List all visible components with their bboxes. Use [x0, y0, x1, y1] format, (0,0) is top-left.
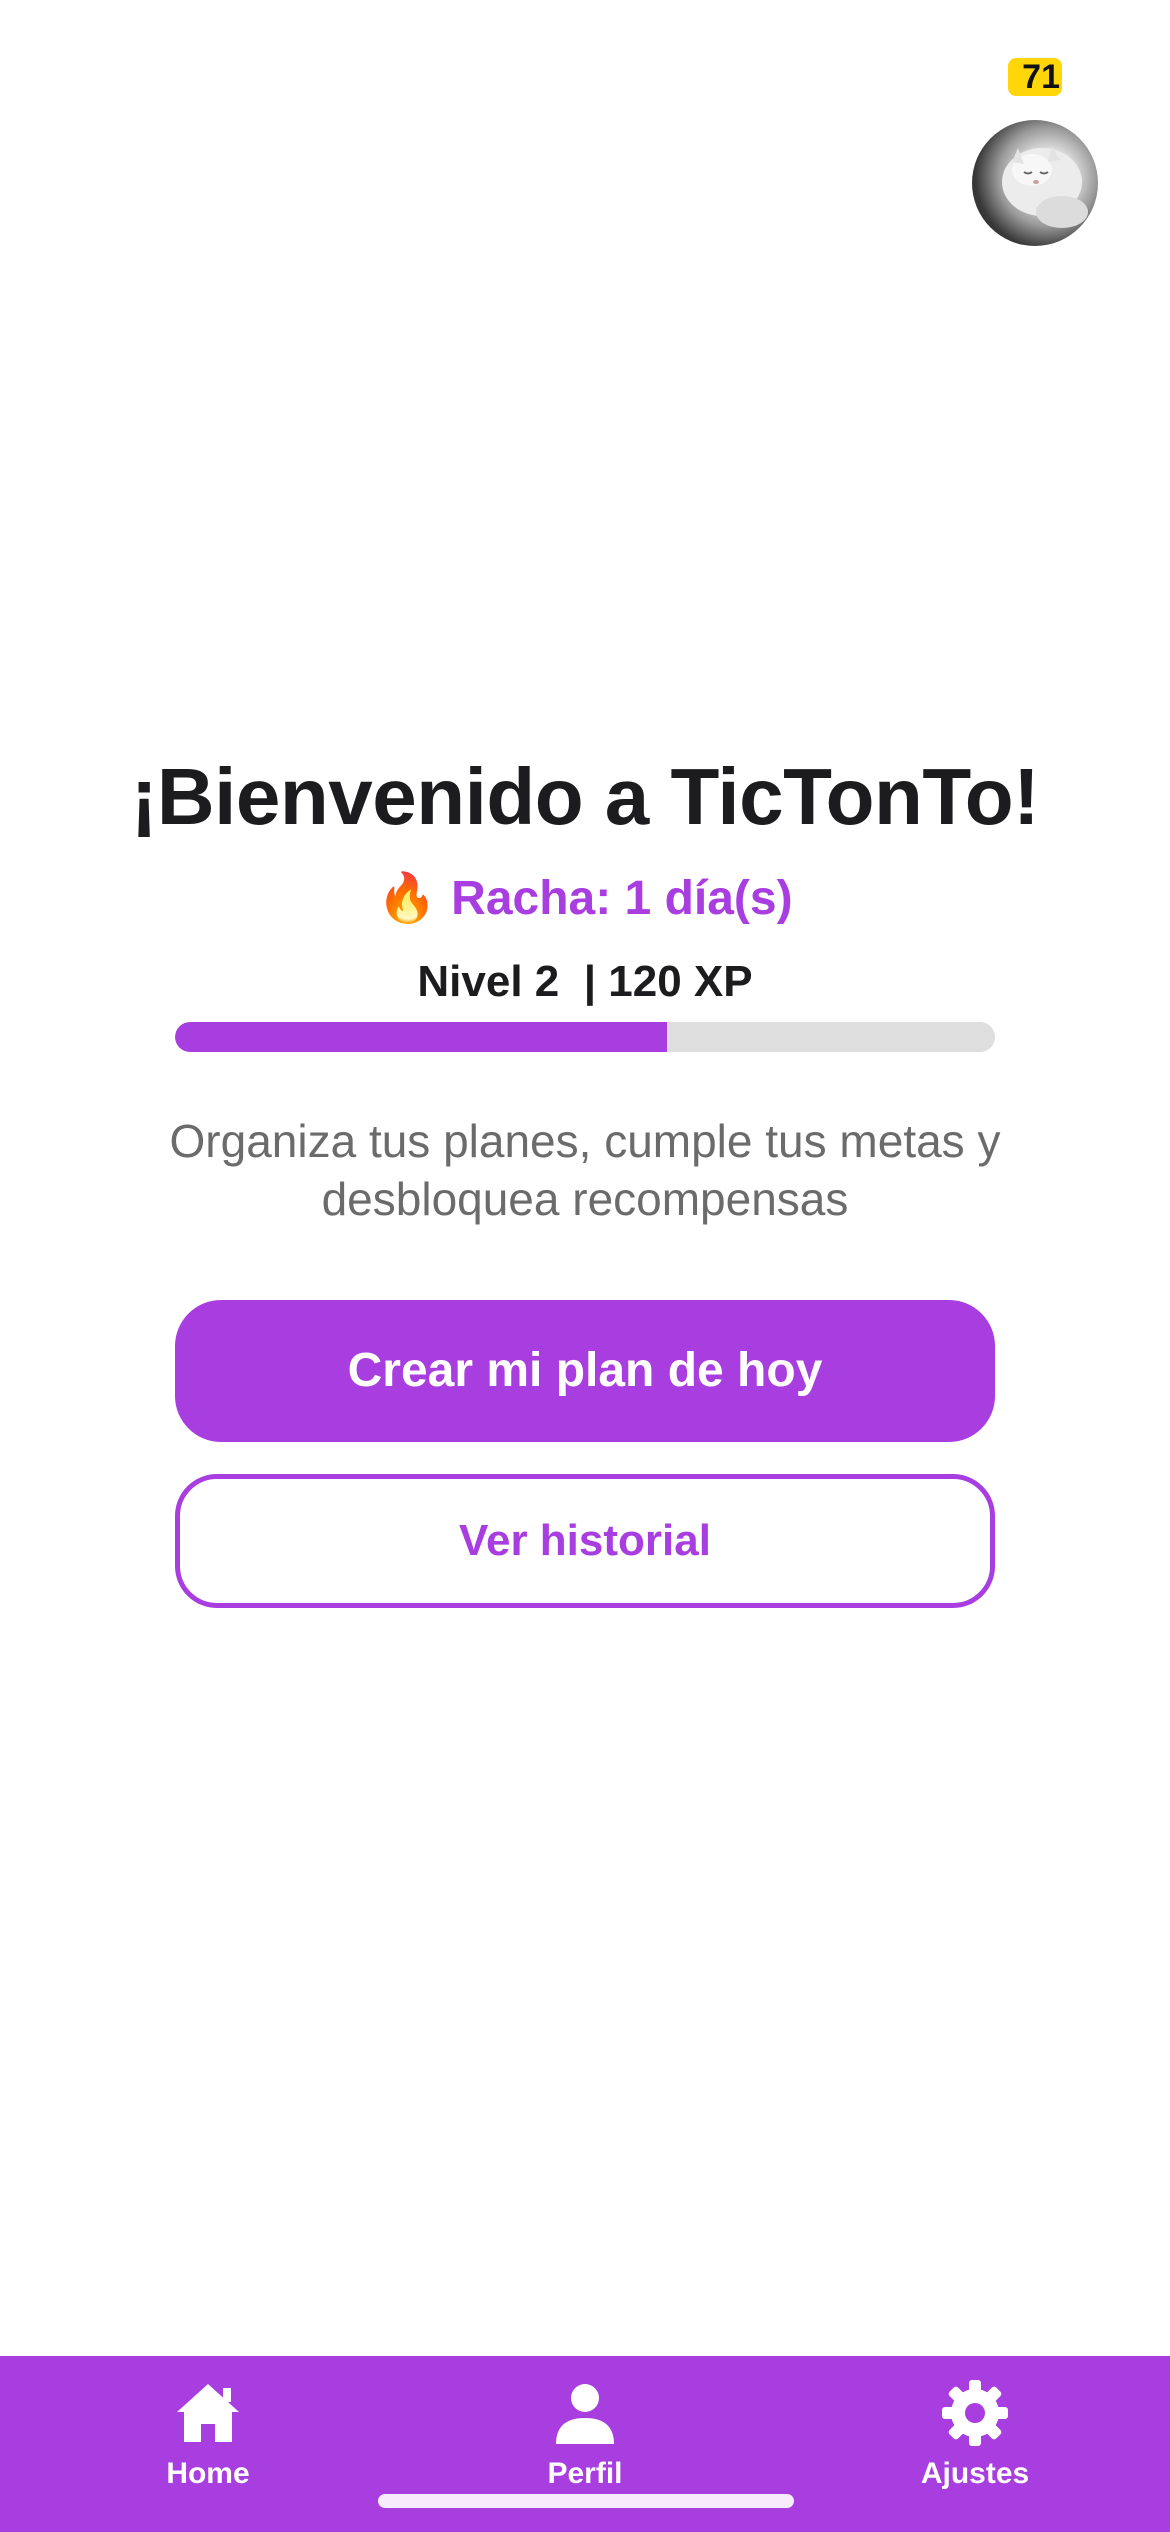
tab-profile[interactable]: Perfil	[455, 2356, 715, 2496]
gear-icon	[942, 2380, 1008, 2446]
cat-photo-icon	[1002, 146, 1088, 228]
avatar[interactable]	[972, 120, 1098, 246]
tab-profile-label: Perfil	[547, 2457, 623, 2490]
level-xp-text: Nivel 2 | 120 XP	[417, 957, 753, 1006]
page-title: ¡Bienvenido a TicTonTo!	[130, 752, 1040, 841]
create-plan-button[interactable]: Crear mi plan de hoy	[175, 1300, 995, 1442]
tab-settings[interactable]: Ajustes	[845, 2356, 1105, 2496]
subtitle: Organiza tus planes, cumple tus metas y …	[169, 1115, 1001, 1225]
view-history-button[interactable]: Ver historial	[175, 1474, 995, 1608]
tab-home[interactable]: Home	[78, 2356, 338, 2496]
xp-progress-bar	[175, 1022, 995, 1052]
flame-icon: 🔥	[377, 872, 438, 925]
xp-progress-fill	[175, 1022, 667, 1052]
home-icon	[177, 2384, 239, 2442]
home-indicator	[378, 2494, 794, 2508]
streak-text: Racha: 1 día(s)	[451, 872, 793, 925]
tab-home-label: Home	[166, 2457, 250, 2490]
person-icon	[556, 2384, 614, 2444]
tab-settings-label: Ajustes	[920, 2457, 1030, 2490]
xp-badge: 71	[1008, 58, 1062, 96]
streak-indicator: 🔥 Racha: 1 día(s)	[0, 868, 1170, 930]
